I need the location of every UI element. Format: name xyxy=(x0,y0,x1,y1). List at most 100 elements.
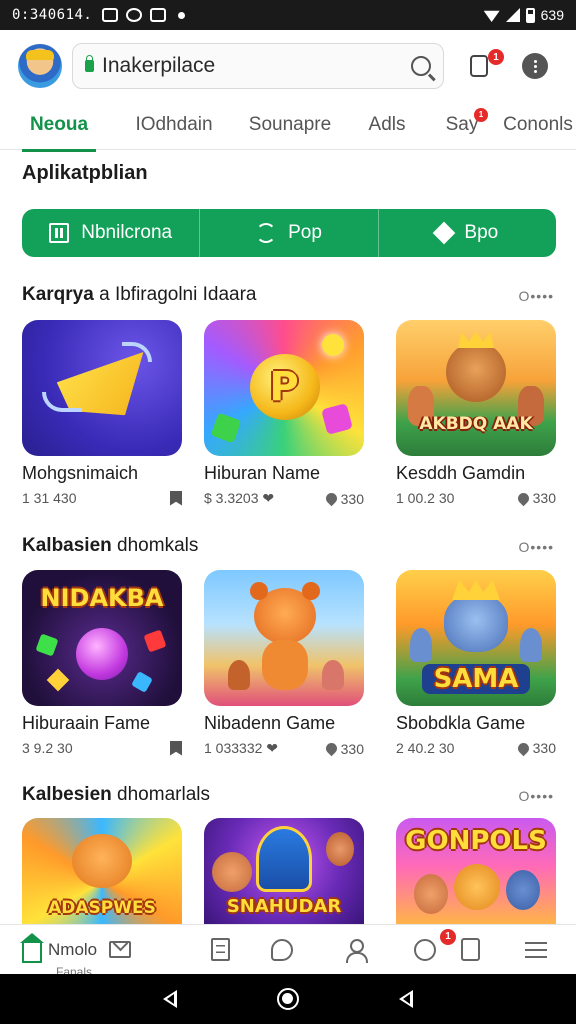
notification-icon xyxy=(102,8,119,22)
app-name: Sbobdkla Game xyxy=(396,713,526,733)
app-icon: SNAHUDAR xyxy=(204,818,364,924)
search-text[interactable]: Inakerpilace xyxy=(102,54,411,78)
app-card[interactable]: Mohgsnimaich 1 31 430 xyxy=(22,320,182,506)
app-stats: 2 40.2 30 xyxy=(396,740,455,756)
status-right: 639 xyxy=(483,7,564,23)
nav-documents[interactable] xyxy=(190,925,250,975)
app-card[interactable]: GONPOLS xyxy=(396,818,556,924)
app-art-text: P xyxy=(269,364,299,410)
row-more-link[interactable]: O•••• xyxy=(519,788,555,804)
app-meta: 1 31 430 xyxy=(22,490,182,506)
app-name: Nibadenn Game xyxy=(204,713,336,733)
app-icon: AKBDQ AAK xyxy=(396,320,556,456)
tab-say[interactable]: Say 1 xyxy=(442,100,488,150)
app-icon xyxy=(22,320,182,456)
dot-icon xyxy=(178,11,186,19)
avatar[interactable] xyxy=(18,44,62,88)
row-more-link[interactable]: O•••• xyxy=(519,288,555,304)
chat-icon xyxy=(271,938,293,961)
tab-label: Sounapre xyxy=(248,113,332,135)
search-input[interactable]: Inakerpilace xyxy=(72,43,444,89)
row-title-rest: dhomarlals xyxy=(111,784,210,805)
tab-adls[interactable]: Adls xyxy=(364,100,410,150)
app-art-text: SNAHUDAR xyxy=(226,896,342,917)
tab-label: Neoua xyxy=(29,113,89,135)
nav-mail[interactable] xyxy=(90,925,150,975)
more-options-icon[interactable] xyxy=(522,53,548,79)
row-title: Kalbesien dhomarlals xyxy=(22,784,210,806)
home-button-icon[interactable] xyxy=(277,988,299,1010)
app-count: 330 xyxy=(532,740,556,756)
search-icon[interactable] xyxy=(411,56,431,76)
tab-label: IOdhdain xyxy=(135,113,213,135)
bookmark-icon[interactable] xyxy=(170,740,182,756)
segment-bpo[interactable]: Bpo xyxy=(379,209,556,257)
battery-icon xyxy=(525,7,535,23)
location-pin-icon xyxy=(515,740,531,756)
battery-text: 639 xyxy=(540,7,564,23)
app-icon: GONPOLS xyxy=(396,818,556,924)
app-name: Hiburan Name xyxy=(204,463,321,483)
row-title-bold: Karqrya xyxy=(22,284,94,305)
segment-pop[interactable]: Pop xyxy=(200,209,379,257)
diamond-icon xyxy=(433,221,456,245)
app-meta: $ 3.3203 ❤ 330 xyxy=(204,490,364,507)
app-name: Kesddh Gamdin xyxy=(396,463,526,483)
app-card[interactable]: SNAHUDAR xyxy=(204,818,364,924)
recents-icon[interactable] xyxy=(399,990,413,1008)
row-title-rest: dhomkals xyxy=(111,535,199,556)
bottom-nav: Nmolo Fanals 1 xyxy=(0,924,576,979)
notification-badge: 1 xyxy=(488,49,504,65)
app-art-text: GONPOLS xyxy=(405,826,547,856)
app-art-text: ADASPWES xyxy=(48,898,156,918)
row-title-rest: a Ibfiragolni Idaara xyxy=(93,284,257,305)
app-icon: NIDAKBA xyxy=(22,570,182,706)
app-stats: 1 31 430 xyxy=(22,490,77,506)
row-title: Kalbasien dhomkals xyxy=(22,535,198,557)
tab-badge: 1 xyxy=(474,107,488,122)
app-card[interactable]: NIDAKBA Hiburaain Fame 3 9.2 30 xyxy=(22,570,182,756)
nav-chat[interactable] xyxy=(252,925,312,975)
tab-bar: Neoua IOdhdain Sounapre Adls Say 1 Conon… xyxy=(0,100,576,152)
app-card[interactable]: P Hiburan Name $ 3.3203 ❤ 330 xyxy=(204,320,364,507)
app-icon: SAMA xyxy=(396,570,556,706)
device-icon xyxy=(470,55,488,77)
app-meta: 3 9.2 30 xyxy=(22,740,182,756)
segment-nbnilcrona[interactable]: Nbnilcrona xyxy=(22,209,201,257)
tab-cononls[interactable]: Cononls xyxy=(502,100,574,150)
status-bar: 0:340614. 639 xyxy=(0,0,576,30)
nav-menu[interactable] xyxy=(516,925,556,975)
location-pin-icon xyxy=(515,490,531,506)
nav-profile[interactable] xyxy=(326,925,386,975)
status-notification-icons xyxy=(102,8,186,22)
app-meta: 1 00.2 30 330 xyxy=(396,490,556,506)
row-more-link[interactable]: O•••• xyxy=(519,539,555,555)
tab-iodhdain[interactable]: IOdhdain xyxy=(126,100,222,150)
nav-activity[interactable]: 1 xyxy=(400,925,456,975)
nav-clipboard[interactable] xyxy=(450,925,490,975)
app-art-text: NIDAKBA xyxy=(40,584,164,612)
app-card[interactable]: ADASPWES xyxy=(22,818,182,924)
document-icon xyxy=(210,938,230,961)
app-name: Hiburaain Fame xyxy=(22,713,151,733)
grid-icon xyxy=(49,223,70,243)
row-title-bold: Kalbesien xyxy=(22,784,112,805)
notifications-button[interactable]: 1 xyxy=(470,49,504,79)
app-count: 330 xyxy=(340,490,364,507)
section-title: Aplikatpblian xyxy=(22,162,148,184)
signal-icon xyxy=(505,8,520,22)
app-card[interactable]: Nibadenn Game 1 033332 ❤ 330 xyxy=(204,570,364,757)
system-nav-bar xyxy=(0,974,576,1024)
tab-neoua[interactable]: Neoua xyxy=(22,100,96,152)
tab-sounapre[interactable]: Sounapre xyxy=(240,100,340,150)
bookmark-icon[interactable] xyxy=(170,490,182,506)
segment-label: Pop xyxy=(288,222,322,243)
app-icon: ADASPWES xyxy=(22,818,182,924)
swap-icon xyxy=(256,223,277,243)
app-card[interactable]: AKBDQ AAK Kesddh Gamdin 1 00.2 30 330 xyxy=(396,320,556,506)
user-icon xyxy=(345,938,368,963)
segment-label: Bpo xyxy=(464,222,499,243)
back-icon[interactable] xyxy=(163,990,177,1008)
app-stats: $ 3.3203 ❤ xyxy=(204,490,275,506)
app-card[interactable]: SAMA Sbobdkla Game 2 40.2 30 330 xyxy=(396,570,556,756)
